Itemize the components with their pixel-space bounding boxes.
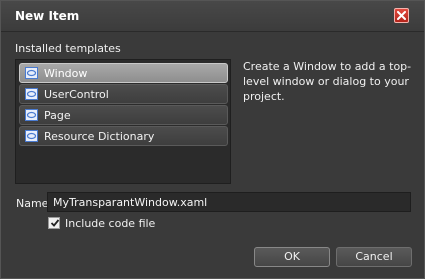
template-item-page[interactable]: Page [19,105,228,125]
xaml-icon [25,67,38,79]
checkmark-icon [50,219,60,227]
include-code-label: Include code file [65,217,156,230]
template-item-window[interactable]: Window [19,63,228,83]
installed-templates-label: Installed templates [15,42,121,55]
ok-button[interactable]: OK [254,247,330,267]
close-icon [397,11,406,20]
template-label: Page [44,109,71,122]
name-input[interactable] [47,192,411,212]
template-label: Window [44,67,88,80]
xaml-icon [25,130,38,142]
close-button[interactable] [394,8,409,23]
dialog-title: New Item [15,9,80,23]
xaml-icon [25,109,38,121]
template-description: Create a Window to add a top-level windo… [243,60,412,103]
template-label: Resource Dictionary [44,130,155,143]
template-label: UserControl [44,88,109,101]
template-item-resource-dictionary[interactable]: Resource Dictionary [19,126,228,146]
new-item-dialog: New Item Installed templates Window User… [0,0,425,279]
xaml-icon [25,88,38,100]
name-label: Name [16,197,49,210]
cancel-button[interactable]: Cancel [336,247,412,267]
template-list: Window UserControl Page Resource Diction… [15,59,231,184]
include-code-checkbox[interactable] [48,217,60,229]
template-item-usercontrol[interactable]: UserControl [19,84,228,104]
title-bar: New Item [1,1,424,32]
